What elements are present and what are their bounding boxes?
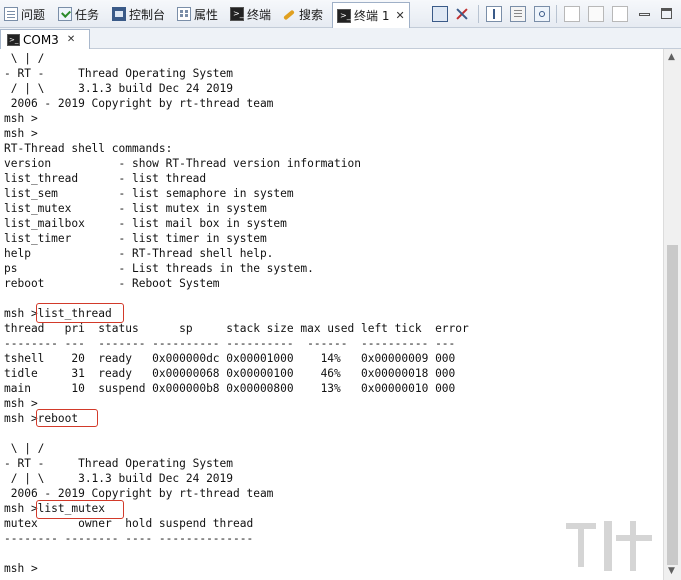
console-line: list_mutex - list mutex in system (4, 202, 267, 215)
console-line: version - show RT-Thread version informa… (4, 157, 361, 170)
terminal-icon: >_ (230, 7, 244, 21)
console-line: list_mailbox - list mail box in system (4, 217, 287, 230)
tab-problems[interactable]: 问题 (4, 3, 45, 25)
copy-icon[interactable] (564, 6, 580, 22)
problems-icon (4, 7, 18, 21)
toolbar-separator (478, 5, 479, 23)
tab-com3[interactable]: >_ COM3 ✕ (0, 29, 90, 49)
terminal-settings-icon[interactable] (534, 6, 550, 22)
console-line: msh > (4, 397, 38, 410)
console-line: msh > (4, 127, 38, 140)
console-line: msh > (4, 112, 38, 125)
terminal-icon: >_ (337, 8, 351, 23)
terminal-icon: >_ (7, 33, 20, 46)
search-icon (282, 7, 296, 21)
console-line: / | \ 3.1.3 build Dec 24 2019 (4, 82, 234, 95)
toolbar-separator (556, 5, 557, 23)
console-line: \ | / (4, 442, 45, 455)
console-line: list_timer - list timer in system (4, 232, 267, 245)
console-line: ps - List threads in the system. (4, 262, 314, 275)
scroll-lock-icon[interactable] (486, 6, 502, 22)
vertical-scrollbar[interactable]: ▲ ▼ (663, 49, 681, 580)
tab-properties[interactable]: 属性 (177, 3, 218, 25)
console-line: help - RT-Thread shell help. (4, 247, 274, 260)
console-line: thread pri status sp stack size max used… (4, 322, 469, 335)
tab-label: COM3 (23, 32, 59, 47)
console-line: reboot - Reboot System (4, 277, 220, 290)
select-all-icon[interactable] (612, 6, 628, 22)
close-icon[interactable]: ✕ (395, 9, 404, 22)
properties-icon (177, 7, 191, 21)
tab-tasks[interactable]: 任务 (58, 3, 99, 25)
tab-label: 任务 (75, 7, 100, 22)
scroll-up-icon[interactable]: ▲ (668, 52, 675, 62)
highlight-box (36, 303, 124, 323)
console-line: msh > (4, 562, 38, 575)
maximize-icon[interactable] (659, 6, 675, 22)
tab-terminal[interactable]: >_ 终端 (230, 3, 271, 25)
console-line: - RT - Thread Operating System (4, 457, 234, 470)
console-line: tidle 31 ready 0x00000068 0x00000100 46%… (4, 367, 456, 380)
console-line: -------- --- ------- ---------- --------… (4, 337, 456, 350)
highlight-box (36, 409, 98, 427)
console-line: / | \ 3.1.3 build Dec 24 2019 (4, 472, 234, 485)
console-line: list_sem - list semaphore in system (4, 187, 294, 200)
watermark-logo (566, 521, 652, 571)
tasks-icon (58, 7, 72, 21)
minimize-icon[interactable] (637, 6, 653, 22)
close-icon[interactable]: ✕ (67, 34, 75, 45)
view-tab-bar: 问题 任务 控制台 属性 >_ 终端 搜索 >_ 终端 1 ✕ (0, 0, 681, 28)
console-line: main 10 suspend 0x000000b8 0x00000800 13… (4, 382, 456, 395)
console-line: \ | / (4, 52, 45, 65)
tab-search[interactable]: 搜索 (282, 3, 323, 25)
tab-label: 终端 (247, 7, 272, 22)
highlight-box (36, 500, 124, 519)
tab-terminal-1[interactable]: >_ 终端 1 ✕ (332, 2, 410, 28)
console-line: -------- -------- ---- -------------- (4, 532, 254, 545)
scrollbar-thumb[interactable] (667, 245, 678, 565)
disconnect-icon[interactable] (454, 6, 470, 22)
console-line: RT-Thread shell commands: (4, 142, 173, 155)
console-line: list_thread - list thread (4, 172, 207, 185)
display-console-icon[interactable] (432, 6, 448, 22)
tab-label: 问题 (21, 7, 46, 22)
console-line: 2006 - 2019 Copyright by rt-thread team (4, 97, 274, 110)
console-line: - RT - Thread Operating System (4, 67, 234, 80)
tab-label: 搜索 (299, 7, 324, 22)
console-icon (112, 7, 126, 21)
tab-label: 属性 (194, 7, 219, 22)
tab-console[interactable]: 控制台 (112, 3, 165, 25)
clear-console-icon[interactable] (510, 6, 526, 22)
paste-icon[interactable] (588, 6, 604, 22)
console-tab-bar: >_ COM3 ✕ (0, 28, 681, 49)
console-line: tshell 20 ready 0x000000dc 0x00001000 14… (4, 352, 456, 365)
tab-label: 终端 1 (354, 9, 390, 23)
tab-label: 控制台 (129, 7, 166, 22)
scroll-down-icon[interactable]: ▼ (668, 566, 675, 576)
console-line: 2006 - 2019 Copyright by rt-thread team (4, 487, 274, 500)
